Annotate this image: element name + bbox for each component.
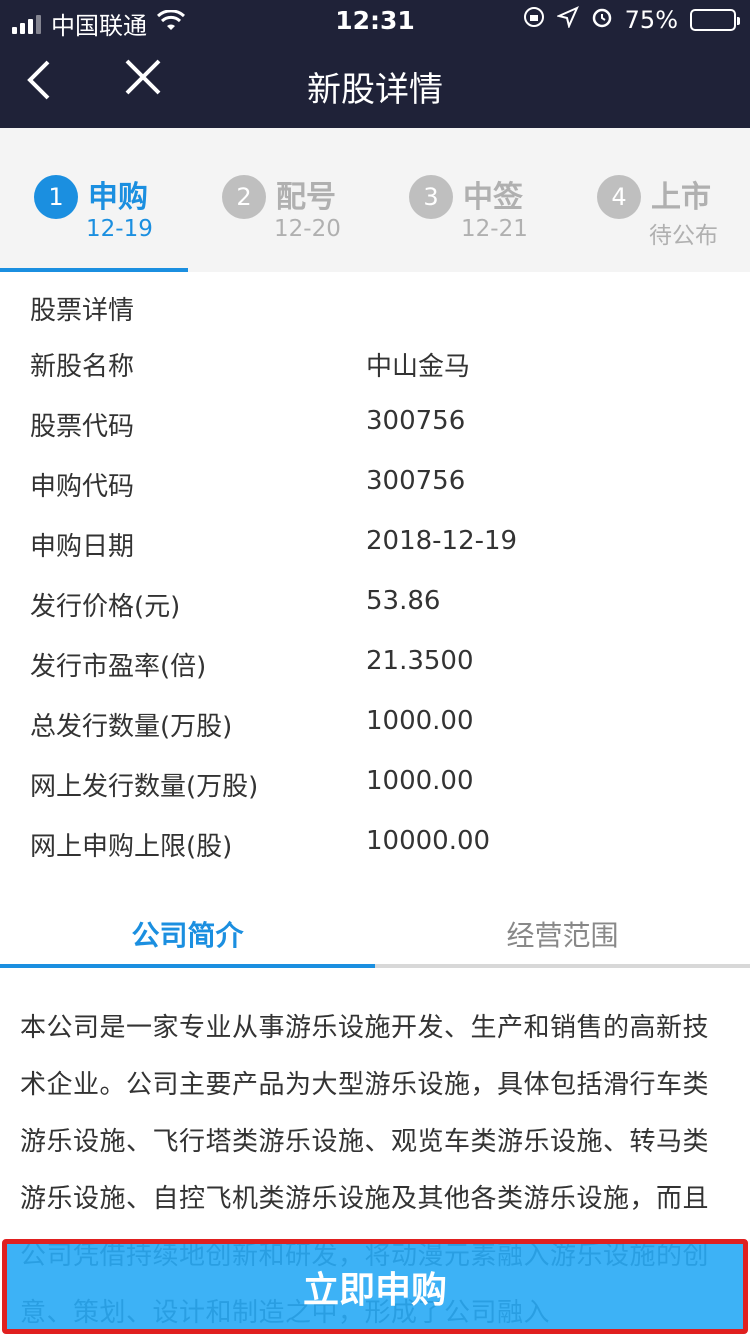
detail-row: 申购日期 2018-12-19 [0,526,750,566]
detail-row: 新股名称 中山金马 [0,346,750,386]
step-date: 待公布 [649,223,718,249]
detail-label: 申购日期 [30,532,135,562]
subscribe-now-button[interactable]: 立即申购 [7,1244,743,1329]
tab-divider [0,964,750,968]
step-subscribe[interactable]: 1 申购 12-19 [0,172,188,252]
step-name: 中签 [463,180,523,215]
ipo-steps: 1 申购 12-19 2 配号 12-20 3 中签 12-21 4 上市 待公… [0,128,750,272]
step-number: 4 [597,175,641,219]
detail-label: 网上发行数量(万股) [30,772,259,802]
detail-value: 300756 [366,406,466,436]
detail-row: 发行市盈率(倍) 21.3500 [0,646,750,686]
alarm-icon [591,6,613,34]
detail-row: 总发行数量(万股) 1000.00 [0,706,750,746]
tab-business-scope[interactable]: 经营范围 [375,914,750,954]
battery-icon [690,9,740,31]
status-right: 75% [523,6,740,34]
active-step-underline [0,268,188,272]
detail-value: 300756 [366,466,466,496]
detail-label: 发行市盈率(倍) [30,652,207,682]
step-date: 12-21 [461,216,528,242]
status-bar: 中国联通 12:31 75% [0,0,750,40]
step-number: 1 [34,175,78,219]
detail-row: 网上申购上限(股) 10000.00 [0,826,750,866]
detail-value: 21.3500 [366,646,474,676]
detail-label: 申购代码 [30,472,135,502]
page-title: 新股详情 [307,70,443,110]
battery-percent: 75% [624,6,678,34]
detail-value: 中山金马 [366,352,471,382]
detail-label: 股票代码 [30,412,135,442]
detail-row: 申购代码 300756 [0,466,750,506]
detail-row: 网上发行数量(万股) 1000.00 [0,766,750,806]
nav-bar: 新股详情 [0,40,750,128]
step-date: 12-20 [274,216,341,242]
step-listing[interactable]: 4 上市 待公布 [563,172,750,252]
step-number: 3 [409,175,453,219]
detail-label: 新股名称 [30,352,135,382]
subscribe-button-highlight: 立即申购 [2,1239,748,1334]
rotation-lock-icon [523,6,545,34]
detail-value: 53.86 [366,586,441,616]
step-allocation[interactable]: 2 配号 12-20 [188,172,376,252]
step-number: 2 [222,175,266,219]
detail-value: 10000.00 [366,826,491,856]
detail-label: 网上申购上限(股) [30,832,233,862]
detail-label: 总发行数量(万股) [30,712,233,742]
detail-label: 发行价格(元) [30,592,181,622]
step-date: 12-19 [86,216,153,242]
top-bar: 中国联通 12:31 75% 新股详情 [0,0,750,128]
location-icon [555,6,579,34]
info-tabs: 公司简介 经营范围 [0,900,750,968]
step-lottery[interactable]: 3 中签 12-21 [375,172,563,252]
detail-row: 发行价格(元) 53.86 [0,586,750,626]
active-tab-indicator [0,964,375,968]
section-title: 股票详情 [30,296,135,326]
detail-value: 1000.00 [366,706,474,736]
detail-row: 股票代码 300756 [0,406,750,446]
step-name: 配号 [276,180,336,215]
detail-value: 1000.00 [366,766,474,796]
step-name: 上市 [651,180,711,215]
step-name: 申购 [88,180,148,215]
detail-value: 2018-12-19 [366,526,518,556]
tab-company-profile[interactable]: 公司简介 [0,914,375,954]
